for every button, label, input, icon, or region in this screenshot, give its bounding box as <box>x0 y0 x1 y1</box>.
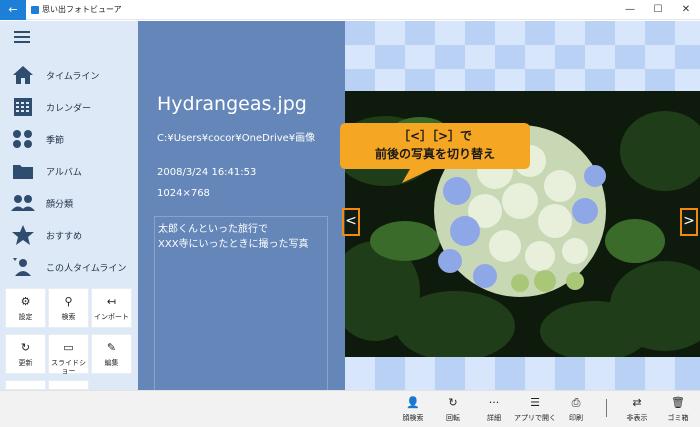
callout-text: ［<］［>］で 前後の写真を切り替え <box>340 127 530 163</box>
rotate-button[interactable]: ↻ 回転 <box>431 393 475 426</box>
sidebar-item-label: アルバム <box>46 168 82 178</box>
comment-field[interactable]: 太郎くんといった旅行で XXX寺にいったときに撮った写真 <box>154 216 328 390</box>
import-tile[interactable]: ↤ インポート <box>91 288 132 328</box>
previous-photo-button[interactable]: < <box>342 208 360 236</box>
sidebar-item-label: 季節 <box>46 136 65 146</box>
more-icon: ··· <box>488 396 500 409</box>
tile-label: 検索 <box>61 313 76 321</box>
folder-icon <box>13 165 33 179</box>
open-with-app-button[interactable]: ☰ アプリで開く <box>513 393 557 426</box>
title-bar: ← 思い出フォトビューア — ☐ ✕ <box>0 0 700 20</box>
swap-icon: ⇄ <box>632 396 642 409</box>
face-search-button[interactable]: 👤 顔検索 <box>391 393 435 426</box>
photo-viewer <box>345 21 700 390</box>
refresh-icon: ↻ <box>20 341 31 354</box>
sidebar-item-timeline[interactable]: タイムライン <box>0 61 138 89</box>
photo-info-panel: Hydrangeas.jpg C:¥Users¥cocor¥OneDrive¥画… <box>138 21 345 390</box>
toolbar-label: 詳細 <box>487 414 501 422</box>
toolbar-label: 印刷 <box>569 414 583 422</box>
toolbar-label: アプリで開く <box>514 414 556 422</box>
minimize-button[interactable]: — <box>616 0 644 20</box>
back-button[interactable]: ← <box>0 0 26 20</box>
printer-icon: ⎙ <box>571 396 581 409</box>
sidebar-item-person-timeline[interactable]: この人タイムライン <box>0 253 138 281</box>
chevron-left-icon: < <box>345 213 357 229</box>
toolbar-label: 回転 <box>446 414 460 422</box>
search-icon: ⚲ <box>64 295 73 308</box>
sidebar-item-recommended[interactable]: おすすめ <box>0 221 138 249</box>
toolbar-label: ゴミ箱 <box>667 414 689 422</box>
minimize-icon: — <box>625 4 635 15</box>
back-arrow-icon: ← <box>8 3 18 16</box>
slideshow-icon: ▭ <box>63 341 74 354</box>
gear-icon: ⚙ <box>20 295 31 308</box>
refresh-tile[interactable]: ↻ 更新 <box>5 334 46 374</box>
home-icon <box>13 66 33 84</box>
edit-tile[interactable]: ✎ 編集 <box>91 334 132 374</box>
bottom-toolbar: 👤 顔検索 ↻ 回転 ··· 詳細 ☰ アプリで開く ⎙ 印刷 ⇄ 非表示 🗑 … <box>0 390 700 427</box>
tile-label: 編集 <box>104 359 119 367</box>
callout-line-2: 前後の写真を切り替え <box>374 147 495 161</box>
toolbar-label: 非表示 <box>626 414 648 422</box>
print-button[interactable]: ⎙ 印刷 <box>554 393 598 426</box>
import-icon: ↤ <box>106 295 117 308</box>
sidebar-item-faces[interactable]: 顔分類 <box>0 189 138 217</box>
open-with-icon: ☰ <box>530 396 540 409</box>
photo-dimensions: 1024×768 <box>157 188 210 199</box>
star-icon <box>12 225 34 245</box>
chevron-right-icon: > <box>683 213 695 229</box>
sidebar-item-label: おすすめ <box>46 232 83 242</box>
tile-partial <box>5 380 46 390</box>
search-tile[interactable]: ⚲ 検索 <box>48 288 89 328</box>
seasons-icon <box>13 130 32 148</box>
sidebar-item-label: 顔分類 <box>46 200 74 210</box>
sidebar-item-label: タイムライン <box>46 72 100 82</box>
close-icon: ✕ <box>681 4 691 15</box>
rotate-icon: ↻ <box>448 396 458 409</box>
hamburger-menu-icon[interactable] <box>14 31 30 43</box>
sidebar-item-label: カレンダー <box>46 104 92 114</box>
app-icon <box>31 6 39 14</box>
sidebar-item-label: この人タイムライン <box>46 264 127 274</box>
slideshow-tile[interactable]: ▭ スライドショー <box>48 334 89 375</box>
sidebar-item-seasons[interactable]: 季節 <box>0 125 138 153</box>
callout-annotation: ［<］［>］で 前後の写真を切り替え <box>340 123 530 183</box>
trash-icon: 🗑 <box>671 396 685 409</box>
comment-text: 太郎くんといった旅行で XXX寺にいったときに撮った写真 <box>158 224 309 250</box>
next-photo-button[interactable]: > <box>680 208 698 236</box>
close-button[interactable]: ✕ <box>672 0 700 20</box>
photo-date: 2008/3/24 16:41:53 <box>157 167 257 178</box>
sidebar: タイムライン カレンダー 季節 アルバム 顔分類 おすすめ この人タイムライン … <box>0 21 138 390</box>
faces-icon <box>11 195 35 211</box>
tile-label: 設定 <box>18 313 33 321</box>
calendar-icon <box>14 98 32 116</box>
settings-tile[interactable]: ⚙ 設定 <box>5 288 46 328</box>
tile-partial <box>48 380 89 390</box>
toolbar-divider <box>606 399 607 417</box>
window-title: 思い出フォトビューア <box>42 5 122 14</box>
maximize-button[interactable]: ☐ <box>644 0 672 20</box>
sidebar-item-album[interactable]: アルバム <box>0 157 138 185</box>
hide-button[interactable]: ⇄ 非表示 <box>615 393 659 426</box>
tile-label: スライドショー <box>51 359 86 375</box>
photo-path: C:¥Users¥cocor¥OneDrive¥画像 <box>157 133 316 144</box>
tile-label: 更新 <box>18 359 33 367</box>
tile-label: インポート <box>94 313 129 321</box>
toolbar-label: 顔検索 <box>402 414 424 422</box>
callout-line-1: ［<］［>］で <box>397 129 473 143</box>
face-search-icon: 👤 <box>406 396 420 409</box>
details-button[interactable]: ··· 詳細 <box>472 393 516 426</box>
pen-icon: ✎ <box>106 341 117 354</box>
photo-filename: Hydrangeas.jpg <box>157 93 307 115</box>
trash-button[interactable]: 🗑 ゴミ箱 <box>656 393 700 426</box>
maximize-icon: ☐ <box>653 4 663 15</box>
sidebar-item-calendar[interactable]: カレンダー <box>0 93 138 121</box>
person-timeline-icon <box>13 258 31 276</box>
